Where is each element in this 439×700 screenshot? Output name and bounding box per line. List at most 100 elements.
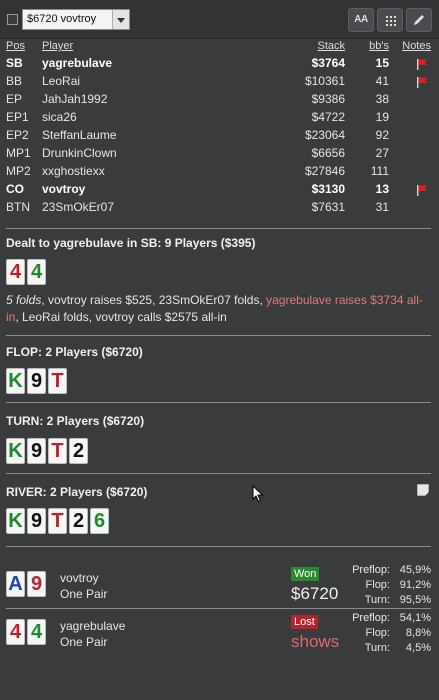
player-bbs: 41 — [375, 74, 389, 88]
player-bbs: 27 — [375, 146, 389, 160]
player-name: SteffanLaume — [42, 128, 117, 142]
divider — [6, 228, 431, 229]
card: 2 — [69, 438, 88, 464]
hand-select-value: $6720 vovtroy — [27, 13, 97, 25]
player-stack: $9386 — [311, 92, 345, 106]
player-bbs: 15 — [375, 56, 389, 70]
card: K — [6, 438, 25, 464]
actions-text-1: , vovtroy raises $525, 23SmOkEr07 folds, — [41, 293, 267, 307]
card: 4 — [27, 619, 46, 645]
header-bbs[interactable]: bb's — [369, 40, 389, 52]
equity-value: 4,5% — [405, 642, 431, 654]
card: 4 — [6, 259, 25, 285]
equity-value: 8,8% — [405, 627, 431, 639]
player-name: sica26 — [42, 110, 77, 124]
card: 9 — [27, 571, 46, 597]
winner-name: vovtroy — [60, 571, 99, 585]
player-row[interactable]: CO vovtroy $3130 13 — [0, 182, 439, 200]
lost-badge: Lost — [291, 615, 318, 629]
card: A — [6, 571, 25, 597]
player-stack: $6656 — [311, 146, 345, 160]
preflop-title: Dealt to yagrebulave in SB: 9 Players ($… — [6, 236, 256, 250]
player-stack: $23064 — [304, 128, 345, 142]
player-pos: BTN — [6, 200, 30, 214]
player-pos: EP1 — [6, 110, 29, 124]
player-pos: SB — [6, 56, 23, 70]
player-stack: $3764 — [311, 56, 345, 70]
card: T — [48, 508, 67, 534]
player-row[interactable]: EP2 SteffanLaume $23064 92 — [0, 128, 439, 146]
player-row[interactable]: EP JahJah1992 $9386 38 — [0, 92, 439, 110]
flag-icon[interactable] — [416, 184, 428, 196]
player-stack: $7631 — [311, 200, 345, 214]
equity-label: Flop: — [365, 627, 390, 639]
card: K — [6, 508, 25, 534]
equity-label: Flop: — [365, 579, 390, 591]
equity-value: 91,2% — [399, 579, 431, 591]
mouse-cursor-icon — [252, 485, 264, 503]
player-row[interactable]: SB yagrebulave $3764 15 — [0, 56, 439, 74]
player-row[interactable]: BTN 23SmOkEr07 $7631 31 — [0, 200, 439, 218]
header-notes[interactable]: Notes — [402, 40, 431, 52]
player-bbs: 31 — [375, 200, 389, 214]
actions-text-2: , LeoRai folds, vovtroy calls $2575 all-… — [15, 310, 227, 324]
player-pos: EP — [6, 92, 23, 106]
player-row[interactable]: BB LeoRai $10361 41 — [0, 74, 439, 92]
player-bbs: 13 — [375, 182, 389, 196]
header-stack[interactable]: Stack — [317, 40, 345, 52]
player-bbs: 111 — [370, 164, 389, 178]
equity-label: Preflop: — [352, 564, 390, 576]
grid-button[interactable] — [377, 8, 403, 32]
font-size-icon: AA — [354, 14, 368, 25]
hole-cards: 44 — [6, 259, 48, 287]
hand-select-dropdown[interactable]: $6720 vovtroy — [22, 9, 130, 30]
won-amount: $6720 — [291, 584, 339, 603]
grid-icon — [385, 15, 396, 26]
flop-title: FLOP: 2 Players ($6720) — [6, 345, 143, 359]
player-bbs: 38 — [375, 92, 389, 106]
edit-button[interactable] — [406, 8, 432, 32]
header-pos[interactable]: Pos — [6, 40, 25, 52]
note-icon[interactable] — [417, 484, 429, 496]
card: T — [48, 438, 67, 464]
equity-value: 95,5% — [399, 594, 431, 606]
player-pos: EP2 — [6, 128, 29, 142]
card: 2 — [69, 508, 88, 534]
equity-label: Turn: — [364, 594, 390, 606]
divider — [6, 608, 431, 609]
loser-name: yagrebulave — [60, 619, 126, 633]
player-stack: $4722 — [311, 110, 345, 124]
player-pos: BB — [6, 74, 23, 88]
river-title: RIVER: 2 Players ($6720) — [6, 485, 148, 499]
player-row[interactable]: MP2 xxghostiexx $27846 111 — [0, 164, 439, 182]
card: 9 — [27, 438, 46, 464]
card: 6 — [90, 508, 109, 534]
equity-label: Turn: — [364, 642, 390, 654]
equity-value: 45,9% — [399, 564, 431, 576]
card: K — [6, 368, 25, 394]
loser-hand: One Pair — [60, 635, 108, 649]
player-name: vovtroy — [42, 182, 86, 196]
player-stack: $3130 — [311, 182, 345, 196]
select-checkbox[interactable] — [7, 14, 18, 25]
equity-value: 54,1% — [399, 612, 431, 624]
divider — [6, 402, 431, 403]
player-bbs: 19 — [375, 110, 389, 124]
font-size-button[interactable]: AA — [348, 8, 374, 32]
river-cards: K9T26 — [6, 508, 111, 536]
flop-cards: K9T — [6, 368, 69, 396]
flag-icon[interactable] — [416, 58, 428, 70]
header-player[interactable]: Player — [42, 40, 73, 52]
player-row[interactable]: MP1 DrunkinClown $6656 27 — [0, 146, 439, 164]
divider — [6, 473, 431, 474]
card: 9 — [27, 508, 46, 534]
turn-cards: K9T2 — [6, 438, 90, 466]
preflop-actions: 5 folds, vovtroy raises $525, 23SmOkEr07… — [6, 292, 431, 326]
player-row[interactable]: EP1 sica26 $4722 19 — [0, 110, 439, 128]
player-pos: MP1 — [6, 146, 31, 160]
card: T — [48, 368, 67, 394]
chevron-down-icon[interactable] — [112, 10, 129, 29]
flag-icon[interactable] — [416, 76, 428, 88]
player-name: xxghostiexx — [42, 164, 105, 178]
player-name: 23SmOkEr07 — [42, 200, 115, 214]
